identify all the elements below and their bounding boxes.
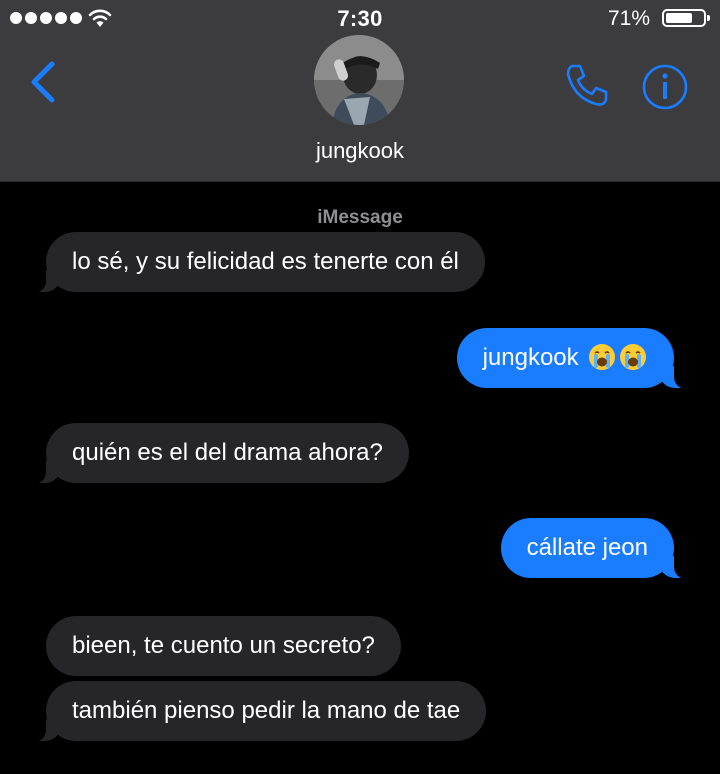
message-bubble-outgoing[interactable]: cállate jeon [500, 518, 689, 579]
imessage-screen: 7:30 71% jungkook iMessage lo sé, y su f… [0, 0, 720, 774]
info-icon [642, 64, 688, 110]
message-text: cállate jeon [526, 534, 648, 561]
message-bubble-incoming[interactable]: quién es el del drama ahora? [32, 423, 409, 484]
status-bar: 7:30 71% [0, 0, 720, 36]
loudly-crying-face-icon [620, 343, 646, 370]
battery-fill [666, 13, 692, 23]
chevron-left-icon [31, 61, 55, 103]
phone-icon [566, 64, 608, 106]
service-label: iMessage [317, 207, 403, 228]
message-bubble-incoming[interactable]: también pienso pedir la mano de tae [31, 681, 487, 742]
battery-icon [662, 9, 710, 27]
battery-percentage: 71% [607, 7, 650, 30]
contact-avatar[interactable] [314, 35, 404, 125]
call-button[interactable] [562, 60, 612, 110]
avatar-image [314, 35, 404, 125]
info-button[interactable] [640, 62, 690, 112]
loudly-crying-face-icon [589, 343, 616, 370]
contact-name[interactable]: jungkook [0, 138, 720, 164]
message-bubble-outgoing[interactable]: jungkook [456, 328, 689, 389]
message-text: bieen, te cuento un secreto? [72, 632, 375, 659]
message-text: jungkook [482, 344, 579, 371]
message-bubble-incoming[interactable]: bieen, te cuento un secreto? [46, 616, 401, 676]
back-button[interactable] [24, 58, 64, 106]
conversation-header: 7:30 71% jungkook [0, 0, 720, 182]
message-text: lo sé, y su felicidad es tenerte con él [72, 248, 459, 275]
message-bubble-incoming[interactable]: lo sé, y su felicidad es tenerte con él [32, 232, 485, 293]
message-text: quién es el del drama ahora? [72, 439, 383, 466]
battery-nub [707, 15, 710, 21]
message-text: también pienso pedir la mano de tae [72, 697, 461, 724]
